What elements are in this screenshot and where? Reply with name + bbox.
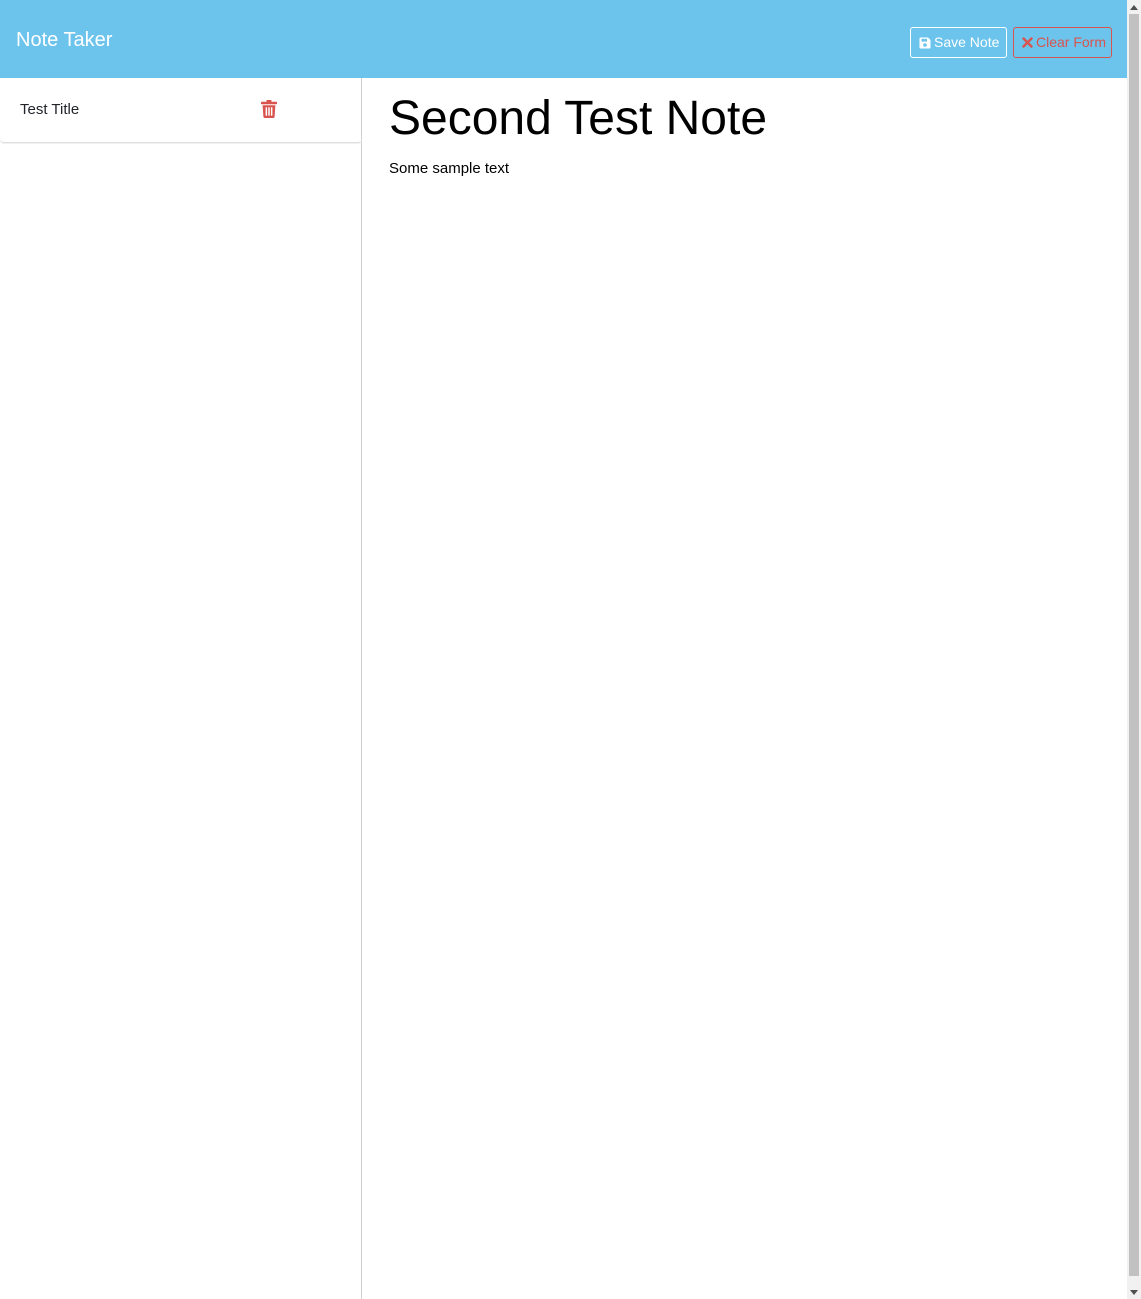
vertical-scrollbar[interactable] (1127, 0, 1141, 1299)
close-icon (1022, 36, 1033, 50)
brand-title[interactable]: Note Taker (16, 28, 112, 52)
notes-sidebar: Test Title (0, 78, 362, 1299)
app-window: Note Taker Save Note Clear Form Test Tit… (0, 0, 1141, 1299)
scroll-up-arrow-icon[interactable] (1127, 0, 1141, 14)
scroll-down-arrow-icon[interactable] (1127, 1285, 1141, 1299)
page-content: Note Taker Save Note Clear Form Test Tit… (0, 0, 1127, 1299)
navbar: Note Taker Save Note Clear Form (0, 0, 1127, 78)
floppy-disk-icon (919, 36, 931, 50)
note-list-title[interactable]: Test Title (20, 101, 79, 119)
scrollbar-thumb[interactable] (1129, 14, 1139, 1276)
note-editor: Second Test Note Some sample text (363, 78, 1127, 1299)
note-text-field[interactable]: Some sample text (389, 160, 509, 178)
clear-form-button[interactable]: Clear Form (1013, 27, 1112, 58)
save-note-label: Save Note (934, 34, 1000, 50)
note-title-field[interactable]: Second Test Note (389, 92, 767, 146)
note-list-item[interactable]: Test Title (0, 78, 362, 143)
clear-form-label: Clear Form (1036, 34, 1107, 50)
save-note-button[interactable]: Save Note (910, 27, 1007, 58)
trash-icon[interactable] (261, 100, 277, 118)
